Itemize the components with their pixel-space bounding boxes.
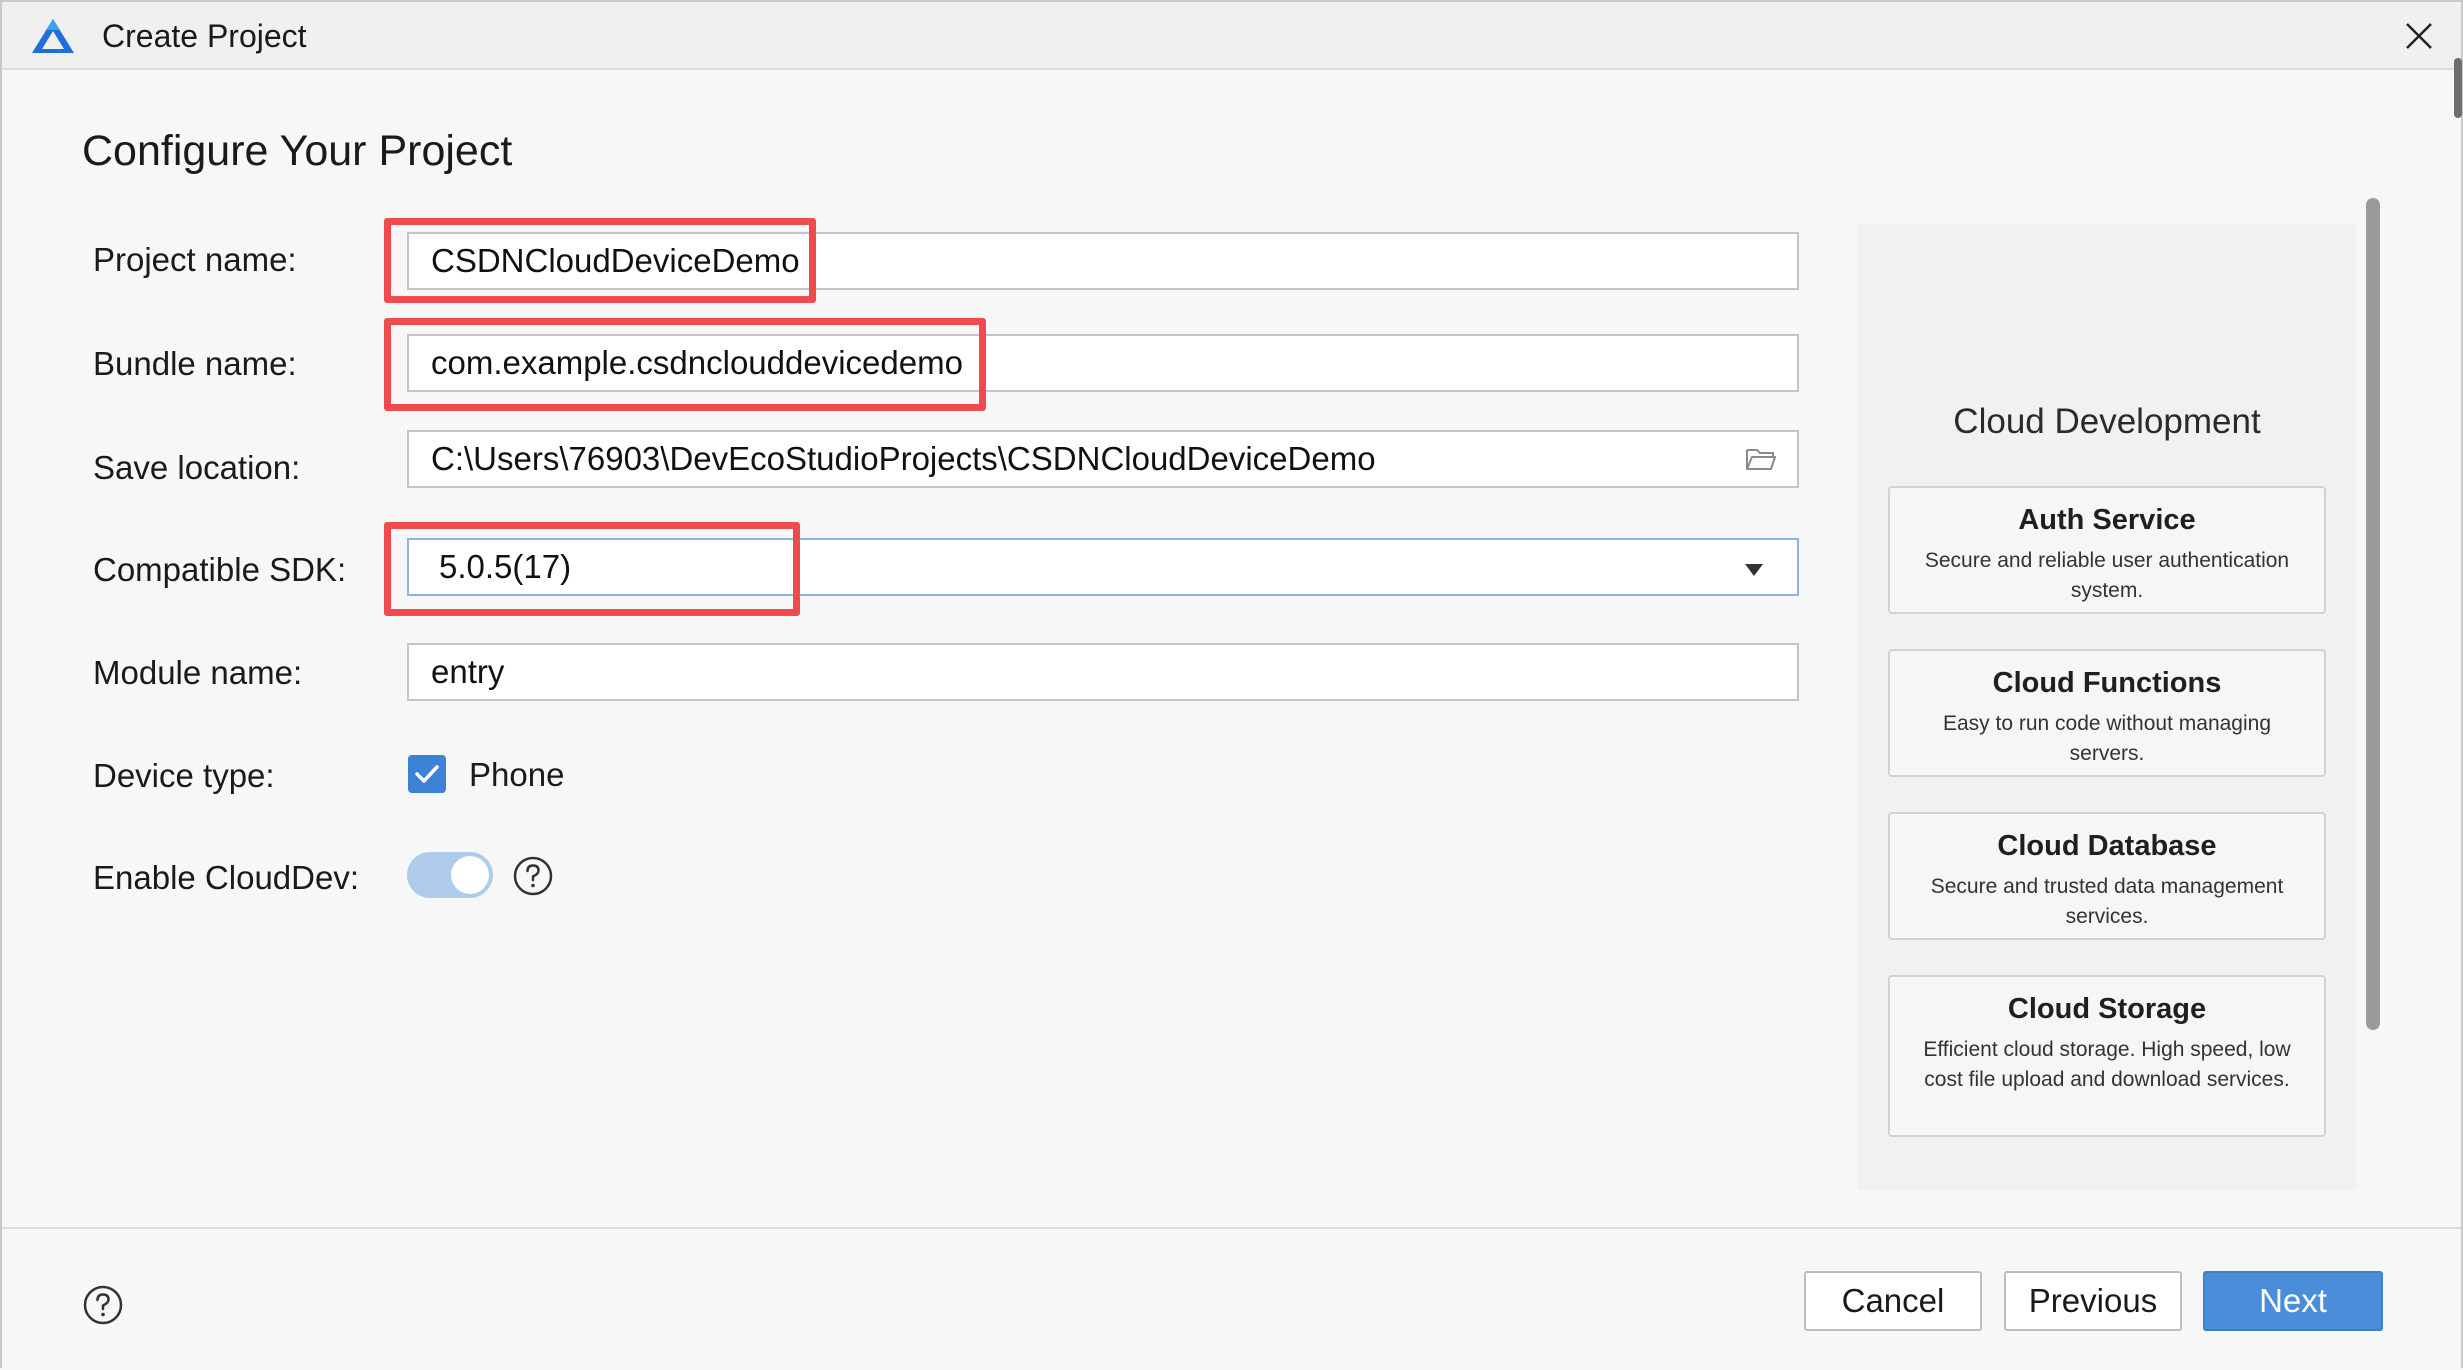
- cloud-development-panel: Cloud Development Auth Service Secure an…: [1858, 224, 2356, 1190]
- phone-checkbox-label[interactable]: Phone: [469, 755, 564, 795]
- window-title: Create Project: [102, 18, 307, 54]
- cancel-button[interactable]: Cancel: [1804, 1271, 1982, 1331]
- checkmark-icon: [415, 765, 439, 783]
- app-logo-icon: [32, 19, 74, 53]
- folder-icon[interactable]: [1745, 446, 1777, 472]
- page-title: Configure Your Project: [82, 127, 513, 175]
- card-title: Cloud Database: [1997, 830, 2217, 862]
- module-name-label: Module name:: [93, 654, 303, 691]
- highlight-box-bundle-name: [384, 318, 986, 411]
- card-title: Cloud Storage: [2007, 993, 2207, 1025]
- help-icon[interactable]: [82, 1284, 124, 1326]
- highlight-box-compatible-sdk: [384, 522, 800, 616]
- help-icon[interactable]: [512, 855, 554, 897]
- save-location-value: C:\Users\76903\DevEcoStudioProjects\CSDN…: [431, 440, 1376, 477]
- next-button[interactable]: Next: [2203, 1271, 2383, 1331]
- card-cloud-functions[interactable]: Cloud Functions Easy to run code without…: [1888, 649, 2326, 777]
- card-title: Cloud Functions: [1992, 667, 2222, 699]
- bundle-name-label: Bundle name:: [93, 345, 297, 382]
- phone-checkbox[interactable]: [408, 755, 446, 793]
- title-bar: Create Project: [2, 2, 2461, 70]
- save-location-label: Save location:: [93, 449, 301, 486]
- enable-clouddev-toggle[interactable]: [407, 852, 493, 898]
- enable-clouddev-label: Enable CloudDev:: [93, 859, 359, 896]
- highlight-box-project-name: [384, 218, 816, 303]
- card-description: Easy to run code without managing server…: [1942, 712, 2272, 765]
- project-name-label: Project name:: [93, 241, 297, 278]
- card-description: Secure and reliable user authentication …: [1924, 549, 2290, 602]
- save-location-input[interactable]: C:\Users\76903\DevEcoStudioProjects\CSDN…: [407, 430, 1799, 488]
- device-type-label: Device type:: [93, 757, 275, 794]
- toggle-knob: [451, 856, 489, 894]
- previous-button[interactable]: Previous: [2004, 1271, 2182, 1331]
- close-icon: [2406, 23, 2432, 49]
- dropdown-arrow-icon: [1745, 564, 1763, 576]
- compatible-sdk-label: Compatible SDK:: [93, 551, 347, 588]
- card-description: Secure and trusted data management servi…: [1930, 875, 2284, 928]
- side-panel-title: Cloud Development: [1953, 402, 2261, 441]
- side-panel-scrollbar[interactable]: [2366, 198, 2380, 1030]
- dialog-footer: Cancel Previous Next: [2, 1227, 2461, 1370]
- module-name-input[interactable]: entry: [407, 643, 1799, 701]
- card-description: Efficient cloud storage. High speed, low…: [1923, 1038, 2291, 1091]
- card-auth-service[interactable]: Auth Service Secure and reliable user au…: [1888, 486, 2326, 614]
- card-cloud-database[interactable]: Cloud Database Secure and trusted data m…: [1888, 812, 2326, 940]
- close-button[interactable]: [2397, 14, 2441, 58]
- window-edge-scrollbar[interactable]: [2454, 58, 2462, 118]
- card-title: Auth Service: [2018, 504, 2196, 536]
- create-project-dialog: Create Project Configure Your Project Pr…: [0, 0, 2463, 1370]
- card-cloud-storage[interactable]: Cloud Storage Efficient cloud storage. H…: [1888, 975, 2326, 1137]
